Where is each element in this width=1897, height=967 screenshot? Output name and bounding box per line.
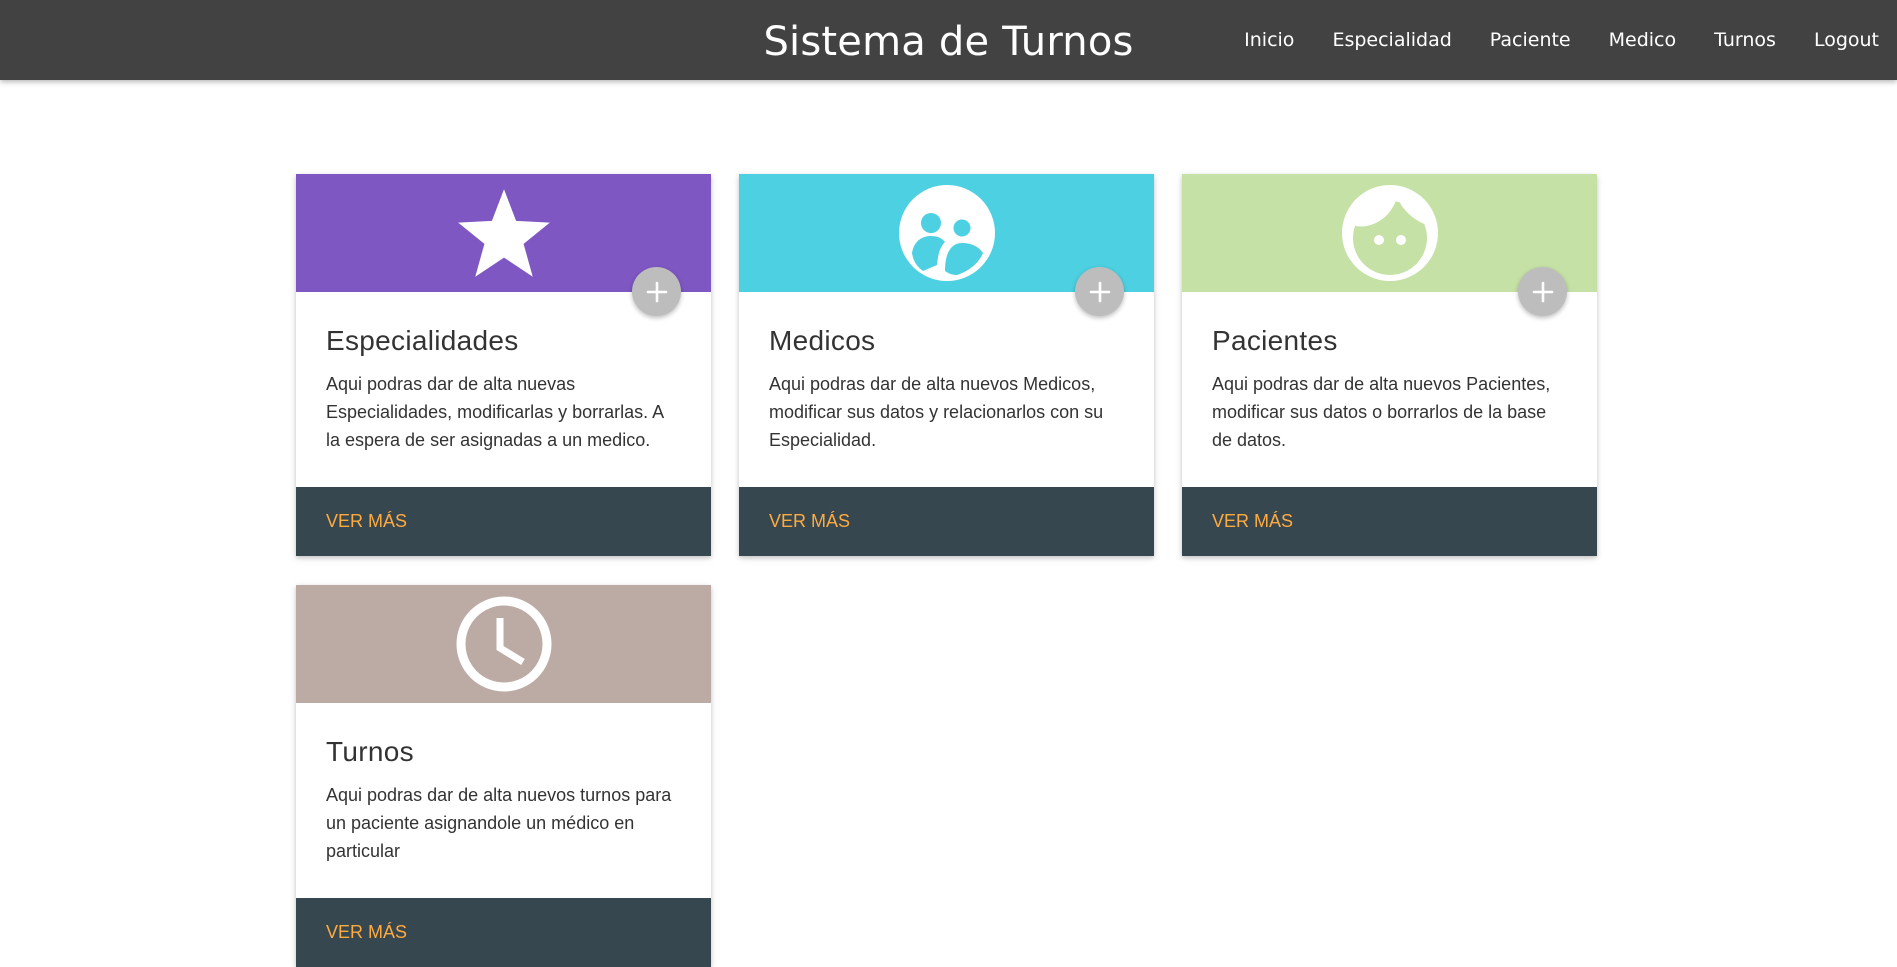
card-footer: VER MÁS xyxy=(739,487,1154,556)
card-body: Turnos Aqui podras dar de alta nuevos tu… xyxy=(296,703,711,898)
card-especialidades: Especialidades Aqui podras dar de alta n… xyxy=(296,174,711,556)
add-icon xyxy=(646,281,668,303)
card-footer: VER MÁS xyxy=(1182,487,1597,556)
add-medico-button[interactable] xyxy=(1075,267,1124,316)
card-body: Medicos Aqui podras dar de alta nuevos M… xyxy=(739,292,1154,487)
nav-link-especialidad[interactable]: Especialidad xyxy=(1313,0,1470,80)
card-header xyxy=(739,174,1154,316)
card-header xyxy=(296,585,711,703)
card-title: Medicos xyxy=(769,325,876,356)
nav-link-inicio[interactable]: Inicio xyxy=(1225,0,1313,80)
card-description: Aqui podras dar de alta nuevos turnos pa… xyxy=(326,785,672,861)
ver-mas-link[interactable]: VER MÁS xyxy=(769,511,850,532)
ver-mas-link[interactable]: VER MÁS xyxy=(326,511,407,532)
card-title: Turnos xyxy=(326,736,414,767)
nav-link-logout[interactable]: Logout xyxy=(1795,0,1879,80)
clock-icon xyxy=(456,596,552,692)
supervisor-account-icon xyxy=(898,185,995,281)
card-description: Aqui podras dar de alta nuevas Especiali… xyxy=(326,374,664,450)
nav-link-turnos[interactable]: Turnos xyxy=(1695,0,1795,80)
add-icon xyxy=(1532,281,1554,303)
card-title: Especialidades xyxy=(326,325,519,356)
nav-link-paciente[interactable]: Paciente xyxy=(1471,0,1590,80)
card-description: Aqui podras dar de alta nuevos Medicos, … xyxy=(769,374,1104,450)
add-especialidad-button[interactable] xyxy=(632,267,681,316)
star-icon xyxy=(454,183,554,283)
card-body: Pacientes Aqui podras dar de alta nuevos… xyxy=(1182,292,1597,487)
top-navbar: Sistema de Turnos Inicio Especialidad Pa… xyxy=(0,0,1897,80)
ver-mas-link[interactable]: VER MÁS xyxy=(1212,511,1293,532)
card-title: Pacientes xyxy=(1212,325,1338,356)
card-header xyxy=(1182,174,1597,316)
nav-link-medico[interactable]: Medico xyxy=(1590,0,1696,80)
card-turnos: Turnos Aqui podras dar de alta nuevos tu… xyxy=(296,585,711,967)
card-body: Especialidades Aqui podras dar de alta n… xyxy=(296,292,711,487)
card-footer: VER MÁS xyxy=(296,898,711,967)
face-icon xyxy=(1341,185,1438,281)
card-pacientes: Pacientes Aqui podras dar de alta nuevos… xyxy=(1182,174,1597,556)
nav-links: Inicio Especialidad Paciente Medico Turn… xyxy=(1225,0,1879,80)
card-header xyxy=(296,174,711,316)
ver-mas-link[interactable]: VER MÁS xyxy=(326,922,407,943)
card-footer: VER MÁS xyxy=(296,487,711,556)
add-icon xyxy=(1089,281,1111,303)
card-description: Aqui podras dar de alta nuevos Pacientes… xyxy=(1212,374,1551,450)
card-medicos: Medicos Aqui podras dar de alta nuevos M… xyxy=(739,174,1154,556)
add-paciente-button[interactable] xyxy=(1518,267,1567,316)
